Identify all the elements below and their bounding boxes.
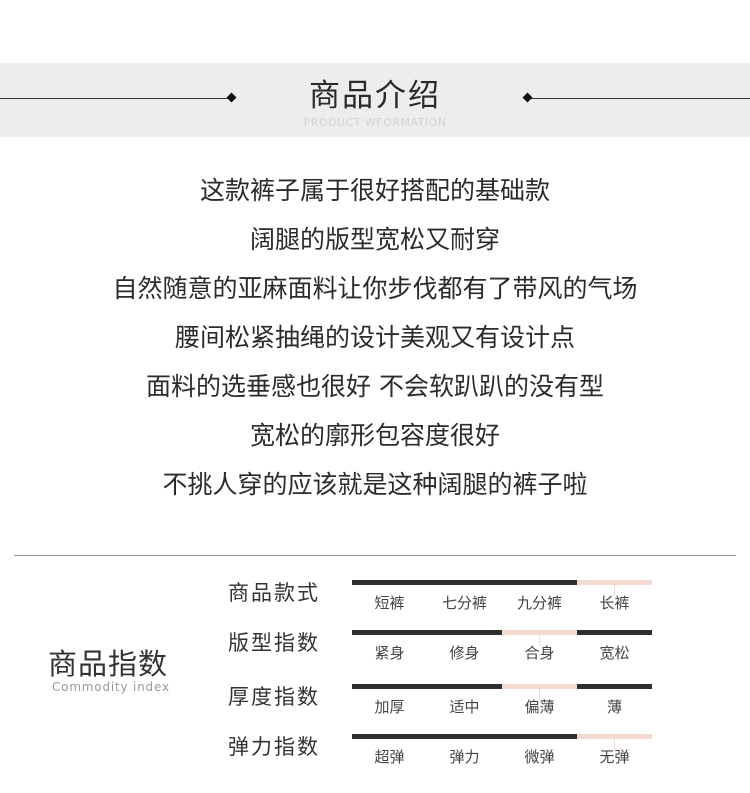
scale-segment <box>427 630 502 635</box>
header-right-line <box>528 98 750 99</box>
scale-option-label: 偏薄 <box>524 698 555 716</box>
scale-segment <box>427 684 502 689</box>
product-description: 这款裤子属于很好搭配的基础款 阔腿的版型宽松又耐穿 自然随意的亚麻面料让你步伐都… <box>0 166 750 509</box>
index-row-label: 厚度指数 <box>228 685 320 709</box>
scale-segment-selected <box>502 630 577 646</box>
index-scale: 加厚 适中 偏薄 薄 <box>352 684 652 732</box>
section-divider <box>14 555 736 556</box>
section-subtitle: PRODUCT WFORMATION <box>303 116 447 129</box>
scale-segment-selected <box>502 684 577 700</box>
scale-option-label: 微弹 <box>524 748 555 766</box>
scale-option-label: 适中 <box>449 698 480 716</box>
scale-option-label: 修身 <box>449 644 480 662</box>
scale-segment-selected <box>577 734 652 750</box>
description-line: 腰间松紧抽绳的设计美观又有设计点 <box>174 323 575 352</box>
scale-segment <box>352 580 427 585</box>
scale-segment <box>577 630 652 635</box>
index-row-fit: 版型指数 紧身 修身 合身 宽松 <box>0 630 750 678</box>
index-row-label: 版型指数 <box>228 631 320 655</box>
scale-option-label: 无弹 <box>599 748 630 766</box>
scale-option-label: 薄 <box>606 698 622 716</box>
index-scale: 短裤 七分裤 九分裤 长裤 <box>352 580 652 628</box>
scale-option-label: 合身 <box>524 644 555 662</box>
scale-segment <box>502 580 577 585</box>
scale-option-label: 弹力 <box>449 748 480 766</box>
index-row-style: 商品款式 短裤 七分裤 九分裤 长裤 <box>0 580 750 628</box>
index-row-elasticity: 弹力指数 超弹 弹力 微弹 无弹 <box>0 734 750 782</box>
scale-segment-selected <box>577 580 652 596</box>
description-line: 宽松的廓形包容度很好 <box>249 421 500 450</box>
scale-option-label: 超弹 <box>374 748 405 766</box>
index-row-label: 弹力指数 <box>228 735 320 759</box>
scale-segment <box>502 734 577 739</box>
scale-segment <box>427 734 502 739</box>
description-line: 这款裤子属于很好搭配的基础款 <box>199 176 550 205</box>
scale-segment <box>577 684 652 689</box>
scale-option-label: 长裤 <box>599 594 630 612</box>
scale-option-label: 短裤 <box>374 594 405 612</box>
description-line: 自然随意的亚麻面料让你步伐都有了带风的气场 <box>112 274 638 303</box>
index-row-thickness: 厚度指数 加厚 适中 偏薄 薄 <box>0 684 750 732</box>
scale-segment <box>352 734 427 739</box>
header-left-line <box>0 98 232 99</box>
scale-segment <box>427 580 502 585</box>
description-line: 阔腿的版型宽松又耐穿 <box>249 225 500 254</box>
scale-option-label: 加厚 <box>374 698 405 716</box>
index-row-label: 商品款式 <box>228 581 320 605</box>
index-scale: 超弹 弹力 微弹 无弹 <box>352 734 652 782</box>
scale-segment <box>352 630 427 635</box>
scale-option-label: 九分裤 <box>516 594 562 612</box>
section-title: 商品介绍 <box>309 78 441 114</box>
index-scale: 紧身 修身 合身 宽松 <box>352 630 652 678</box>
scale-option-label: 七分裤 <box>441 594 487 612</box>
description-line: 面料的选垂感也很好 不会软趴趴的没有型 <box>146 372 604 401</box>
scale-option-label: 紧身 <box>374 644 405 662</box>
description-line: 不挑人穿的应该就是这种阔腿的裤子啦 <box>162 470 588 499</box>
scale-segment <box>352 684 427 689</box>
scale-option-label: 宽松 <box>599 644 630 662</box>
